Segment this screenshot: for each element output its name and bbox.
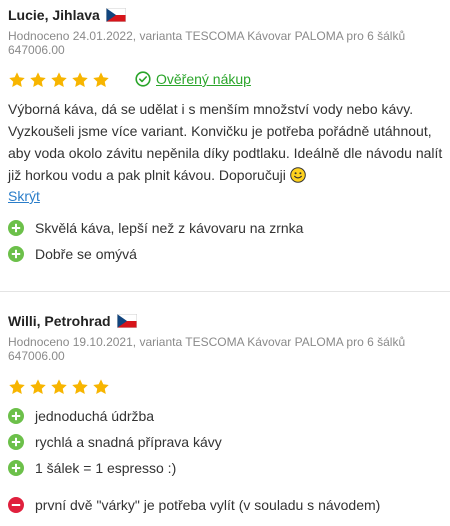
- review-meta: Hodnoceno 24.01.2022, varianta TESCOMA K…: [8, 29, 405, 57]
- czech-flag-icon: [116, 314, 137, 328]
- plus-circle-icon: [8, 246, 24, 262]
- star-icon: [9, 379, 25, 395]
- star-icon: [93, 379, 109, 395]
- pro-text: Dobře se omývá: [35, 246, 137, 262]
- star-icon: [51, 72, 67, 88]
- star-icon: [9, 72, 25, 88]
- review-header: Lucie, Jihlava: [8, 7, 126, 23]
- star-icon: [51, 379, 67, 395]
- czech-flag-icon: [105, 8, 126, 22]
- review-author: Lucie, Jihlava: [8, 7, 100, 23]
- plus-circle-icon: [8, 220, 24, 236]
- pro-item: jednoduchá údržba: [8, 408, 154, 424]
- review-product-code: 647006.00: [8, 349, 65, 363]
- pro-item: Skvělá káva, lepší než z kávovaru na zrn…: [8, 220, 303, 236]
- con-item: první dvě "várky" je potřeba vylít (v so…: [8, 497, 380, 513]
- hide-review-link[interactable]: Skrýt: [8, 188, 40, 204]
- pro-item: Dobře se omývá: [8, 246, 137, 262]
- pro-item: rychlá a snadná příprava kávy: [8, 434, 222, 450]
- pro-text: jednoduchá údržba: [35, 408, 155, 424]
- pro-text: 1 šálek = 1 espresso :): [35, 460, 177, 476]
- check-circle-icon: [135, 71, 151, 87]
- pro-text: rychlá a snadná příprava kávy: [35, 434, 222, 450]
- verified-purchase-label: Ověřený nákup: [156, 71, 251, 87]
- review-divider: [0, 291, 450, 292]
- plus-circle-icon: [8, 460, 24, 476]
- smiley-icon: [290, 167, 306, 183]
- con-text: první dvě "várky" je potřeba vylít (v so…: [35, 497, 381, 513]
- review-text-content: Výborná káva, dá se udělat i s menším mn…: [8, 101, 443, 183]
- review-date-variant: Hodnoceno 19.10.2021, varianta TESCOMA K…: [8, 335, 406, 349]
- review-date-variant: Hodnoceno 24.01.2022, varianta TESCOMA K…: [8, 29, 406, 43]
- star-icon: [93, 72, 109, 88]
- plus-circle-icon: [8, 408, 24, 424]
- star-rating: [8, 71, 110, 89]
- plus-circle-icon: [8, 434, 24, 450]
- star-icon: [30, 379, 46, 395]
- star-icon: [72, 72, 88, 88]
- verified-purchase-link[interactable]: Ověřený nákup: [135, 71, 251, 87]
- review-meta: Hodnoceno 19.10.2021, varianta TESCOMA K…: [8, 335, 405, 363]
- star-rating: [8, 378, 110, 396]
- star-icon: [30, 72, 46, 88]
- review-author: Willi, Petrohrad: [8, 313, 111, 329]
- review-product-code: 647006.00: [8, 43, 65, 57]
- minus-circle-icon: [8, 497, 24, 513]
- pro-text: Skvělá káva, lepší než z kávovaru na zrn…: [35, 220, 304, 236]
- review-text: Výborná káva, dá se udělat i s menším mn…: [8, 98, 444, 186]
- star-icon: [72, 379, 88, 395]
- review-header: Willi, Petrohrad: [8, 313, 137, 329]
- pro-item: 1 šálek = 1 espresso :): [8, 460, 176, 476]
